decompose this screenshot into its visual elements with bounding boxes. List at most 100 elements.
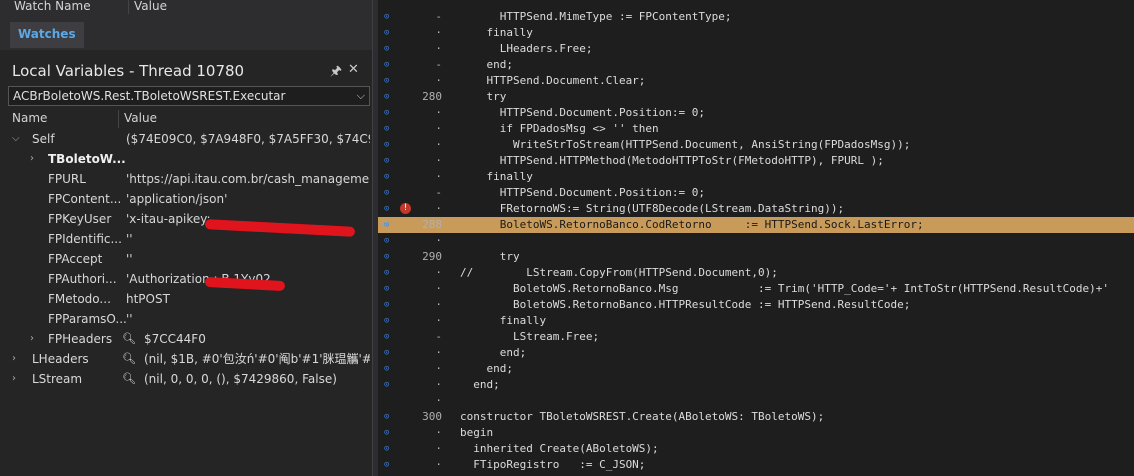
locals-row[interactable]: FMetodo... htPOST [0,289,372,309]
inspect-icon[interactable]: 🔍︎ [122,369,136,389]
locals-row[interactable]: › TBoletoW... [0,149,372,169]
collapse-icon[interactable]: ⌵ [12,129,20,149]
chevron-down-icon[interactable]: ⌵ [357,87,365,105]
breakpoint-gutter-icon[interactable]: ⊙ [384,377,389,393]
breakpoint-gutter-icon[interactable]: ⊙ [384,169,389,185]
expand-icon[interactable]: › [30,149,34,169]
variable-name: FPIdentific... [48,232,122,246]
code-line[interactable]: ⊙ · begin [378,425,1134,441]
code-line[interactable]: ⊙ 300 constructor TBoletoWSREST.Create(ABo… [378,409,1134,425]
code-line[interactable]: ⊙ · WriteStrToStream(HTTPSend.Document, A… [378,137,1134,153]
locals-col-value[interactable]: Value [124,111,157,125]
code-line[interactable]: ⊙ · HTTPSend.Document.Clear; [378,73,1134,89]
code-text: WriteStrToStream(HTTPSend.Document, Ansi… [460,138,911,151]
breakpoint-gutter-icon[interactable]: ⊙ [384,233,389,249]
breakpoint-gutter-icon[interactable]: ⊙ [384,297,389,313]
locals-row[interactable]: FPAuthori... 'Authorization : B 1Yy02... [0,269,372,289]
breakpoint-gutter-icon[interactable]: ⊙ [384,9,389,25]
breakpoint-gutter-icon[interactable]: ⊙ [384,57,389,73]
locals-row[interactable]: FPContent... 'application/json' [0,189,372,209]
code-line[interactable]: ⊙ · LHeaders.Free; [378,41,1134,57]
code-text: if FPDadosMsg <> '' then [460,122,659,135]
code-line[interactable]: ⊙ · finally [378,169,1134,185]
code-line[interactable]: ⊙ · BoletoWS.RetornoBanco.HTTPResultCode … [378,297,1134,313]
code-line[interactable]: ⊙ · HTTPSend.HTTPMethod(MetodoHTTPToStr(F… [378,153,1134,169]
code-line[interactable]: ⊙ · inherited Create(ABoletoWS); [378,441,1134,457]
locals-row[interactable]: › LStream 🔍︎ (nil, 0, 0, 0, (), $7429860, F… [0,369,372,389]
breakpoint-gutter-icon[interactable]: ⊙ [384,105,389,121]
breakpoint-gutter-icon[interactable]: ⊙ [384,441,389,457]
code-text: inherited Create(ABoletoWS); [460,442,659,455]
code-line[interactable]: ⊙ · HTTPSend.Document.Position:= 0; [378,105,1134,121]
locals-row[interactable]: FPURL 'https://api.itau.com.br/cash_manag… [0,169,372,189]
breakpoint-gutter-icon[interactable]: ⊙ [384,345,389,361]
breakpoint-gutter-icon[interactable]: ⊙ [384,313,389,329]
close-icon[interactable]: ✕ [348,62,359,77]
error-marker-icon[interactable]: ! [400,203,411,214]
locals-col-name[interactable]: Name [12,111,47,125]
breakpoint-gutter-icon[interactable]: ⊙ [384,361,389,377]
line-number: · [435,138,442,151]
breakpoint-gutter-icon[interactable]: ⊙ [384,121,389,137]
code-line[interactable]: · [378,393,1134,409]
locals-row[interactable]: › LHeaders 🔍︎ (nil, $1B, #0'包汝ń'#0'阄b'#1'脒瑥… [0,349,372,369]
code-line[interactable]: ⊙ · FTipoRegistro := C_JSON; [378,457,1134,473]
code-text: try [460,250,520,263]
watch-col-value[interactable]: Value [134,0,167,13]
call-stack-combo[interactable]: ACBrBoletoWS.Rest.TBoletoWSREST.Executar… [8,86,370,106]
code-line[interactable]: ⊙ - LStream.Free; [378,329,1134,345]
expand-icon[interactable]: › [12,369,16,389]
inspect-icon[interactable]: 🔍︎ [122,329,136,349]
code-line[interactable]: ⊙ · end; [378,361,1134,377]
pin-icon[interactable]: 🖈 [330,62,342,84]
code-line[interactable]: ⊙ · [378,233,1134,249]
line-number: · [435,42,442,55]
breakpoint-gutter-icon[interactable]: ⊙ [384,41,389,57]
breakpoint-gutter-icon[interactable]: ⊙ [384,409,389,425]
locals-row[interactable]: › FPHeaders 🔍︎ $7CC44F0 [0,329,372,349]
code-text: HTTPSend.MimeType := FPContentType; [460,10,732,23]
breakpoint-gutter-icon[interactable]: ⊙ [384,425,389,441]
tab-watches[interactable]: Watches [10,22,84,48]
locals-row[interactable]: ⌵ Self ($74E09C0, $7A948F0, $7A5FF30, $74C… [0,129,372,149]
code-line[interactable]: ⊙ · if FPDadosMsg <> '' then [378,121,1134,137]
code-line[interactable]: ⊙ · end; [378,345,1134,361]
code-editor[interactable]: ⊙ - HTTPSend.MimeType := FPContentType; ⊙ ·… [378,0,1134,476]
code-line[interactable]: ⊙ - HTTPSend.Document.Position:= 0; [378,185,1134,201]
column-separator[interactable] [128,0,129,14]
breakpoint-gutter-icon[interactable]: ⊙ [384,457,389,473]
breakpoint-gutter-icon[interactable]: ⊙ [384,73,389,89]
code-line[interactable]: ⊙ · FRetornoWS:= String(UTF8Decode(LStrea… [378,201,1134,217]
breakpoint-gutter-icon[interactable]: ⊙ [384,201,389,217]
current-execution-line[interactable]: ⊙ 288 BoletoWS.RetornoBanco.CodRetorno :=… [378,217,1134,233]
line-number: - [435,10,442,23]
code-line[interactable]: ⊙ · end; [378,377,1134,393]
line-number: 280 [422,90,442,103]
watch-col-name[interactable]: Watch Name [14,0,91,13]
expand-icon[interactable]: › [12,349,16,369]
breakpoint-gutter-icon[interactable]: ⊙ [384,265,389,281]
code-line[interactable]: ⊙ · // LStream.CopyFrom(HTTPSend.Document,… [378,265,1134,281]
column-separator[interactable] [118,110,119,128]
code-line[interactable]: ⊙ · finally [378,25,1134,41]
breakpoint-gutter-icon[interactable]: ⊙ [384,249,389,265]
code-line[interactable]: ⊙ - end; [378,57,1134,73]
locals-row[interactable]: FPParamsO... '' [0,309,372,329]
inspect-icon[interactable]: 🔍︎ [122,349,136,369]
breakpoint-gutter-icon[interactable]: ⊙ [384,137,389,153]
code-line[interactable]: ⊙ · BoletoWS.RetornoBanco.Msg := Trim('HT… [378,281,1134,297]
breakpoint-gutter-icon[interactable]: ⊙ [384,25,389,41]
breakpoint-gutter-icon[interactable]: ⊙ [384,185,389,201]
breakpoint-gutter-icon[interactable]: ⊙ [384,89,389,105]
breakpoint-gutter-icon[interactable]: ⊙ [384,153,389,169]
breakpoint-gutter-icon[interactable]: ⊙ [384,281,389,297]
code-line[interactable]: ⊙ 290 try [378,249,1134,265]
code-line[interactable]: ⊙ · finally [378,313,1134,329]
line-number: · [435,26,442,39]
code-text: LHeaders.Free; [460,42,593,55]
expand-icon[interactable]: › [30,329,34,349]
breakpoint-gutter-icon[interactable]: ⊙ [384,329,389,345]
code-line[interactable]: ⊙ - HTTPSend.MimeType := FPContentType; [378,9,1134,25]
locals-row[interactable]: FPAccept '' [0,249,372,269]
code-line[interactable]: ⊙ 280 try [378,89,1134,105]
